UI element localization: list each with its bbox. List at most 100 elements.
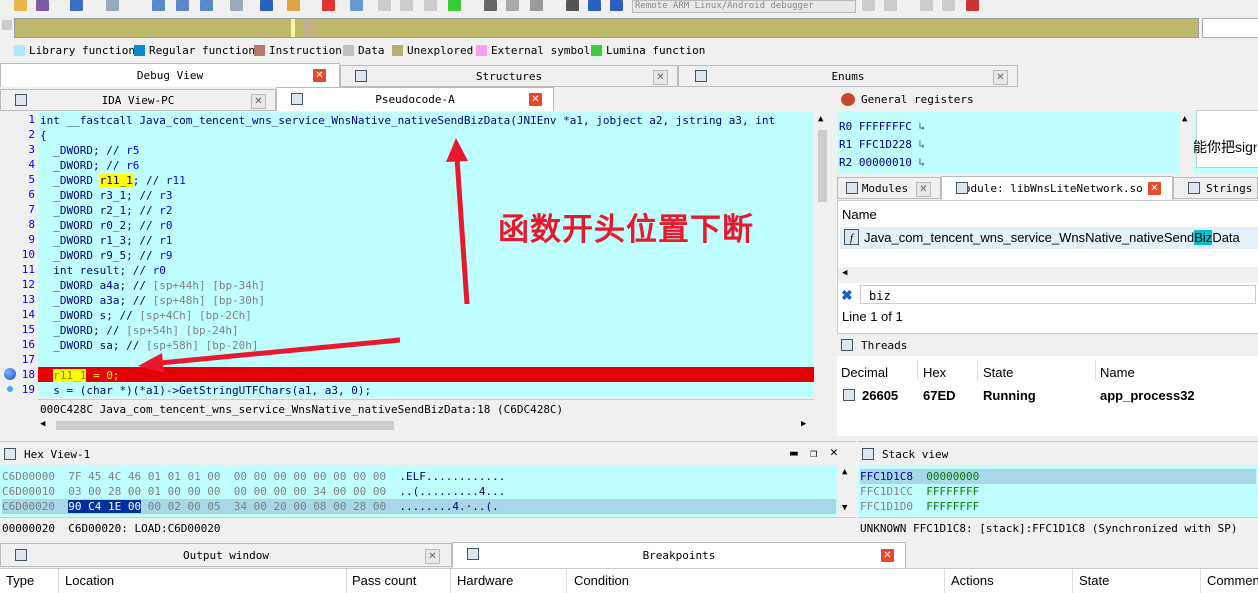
step-over-icon[interactable] [884, 0, 897, 11]
code-line[interactable]: r11_1 = 0; [40, 368, 120, 383]
table-row[interactable]: 26605 67ED Running app_process32 [837, 386, 1258, 406]
close-icon[interactable] [530, 0, 543, 11]
hex-view[interactable]: C6D00000 7F 45 4C 46 01 01 01 00 00 00 0… [0, 465, 838, 517]
tab-breakpoints[interactable]: Breakpoints ✕ [452, 542, 906, 568]
registers-scrollbar[interactable]: ▲ [1180, 112, 1194, 174]
stack-view[interactable]: FFC1D1C8 00000000 FFC1D1CC FFFFFFFF FFC1D1… [858, 465, 1258, 517]
nav-left-icon[interactable] [2, 20, 12, 30]
code-line[interactable]: { [40, 128, 47, 143]
line-number-gutter[interactable]: 1 2 3 4 5 6 7 8 9 10 11 12 13 14 15 16 17 18 19 [0, 112, 38, 398]
close-icon[interactable]: ✕ [1148, 182, 1161, 195]
hex-row[interactable]: C6D00010 03 00 28 00 01 00 00 00 00 00 0… [2, 484, 505, 499]
breakpoint-icon[interactable] [4, 368, 16, 380]
tab-modules[interactable]: Modules ✕ [837, 177, 941, 199]
jump-arrow-icon[interactable]: ↳ [918, 138, 925, 151]
close-icon[interactable]: ✕ [916, 182, 931, 197]
register-row[interactable]: R1 FFC1D228 ↳ [839, 138, 925, 151]
open-icon[interactable] [14, 0, 27, 11]
scroll-thumb[interactable] [818, 130, 827, 202]
down-arrow-icon[interactable] [260, 0, 273, 11]
struct-icon[interactable] [448, 0, 461, 11]
graph-icon[interactable] [152, 0, 165, 11]
code-icon[interactable] [378, 0, 391, 11]
close-icon[interactable]: ✕ [425, 549, 440, 564]
horizontal-scrollbar[interactable]: ◀ ▶ [38, 418, 814, 433]
code-line[interactable]: s = (char *)(*a1)->GetStringUTFChars(a1,… [40, 383, 371, 398]
code-line[interactable]: _DWORD s; // [sp+4Ch] [bp-2Ch] [40, 308, 252, 323]
scroll-thumb[interactable] [56, 421, 394, 430]
tab-output-window[interactable]: Output window ✕ [0, 543, 452, 567]
close-icon[interactable]: ✕ [881, 549, 894, 562]
stop-icon[interactable] [610, 0, 623, 11]
code-line[interactable]: _DWORD; // r5 [40, 143, 139, 158]
string-icon[interactable] [424, 0, 437, 11]
hex-scrollbar[interactable]: ▲ ▼ [838, 465, 856, 517]
hex-view-icon[interactable] [200, 0, 213, 11]
back-icon[interactable] [70, 0, 83, 11]
scroll-right-icon[interactable]: ▶ [801, 419, 806, 429]
module-functions-view[interactable]: Name f Java_com_tencent_wns_service_WnsN… [837, 200, 1258, 334]
register-row[interactable]: R0 FFFFFFFC ↳ [839, 120, 925, 133]
warning-icon[interactable] [322, 0, 335, 11]
tab-enums[interactable]: Enums ✕ [678, 65, 1018, 87]
tab-debug-view[interactable]: Debug View ✕ [0, 63, 340, 87]
jump-icon[interactable] [230, 0, 243, 11]
hex-row[interactable]: C6D00000 7F 45 4C 46 01 01 01 00 00 00 0… [2, 469, 505, 484]
list-item[interactable]: f Java_com_tencent_wns_service_WnsNative… [840, 227, 1258, 249]
close-icon[interactable]: ✕ [251, 94, 266, 109]
pseudocode-view[interactable]: int __fastcall Java_com_tencent_wns_serv… [38, 112, 814, 398]
search-input[interactable]: biz [860, 285, 1256, 304]
code-line[interactable]: _DWORD; // r6 [40, 158, 139, 173]
code-line[interactable]: _DWORD a3a; // [sp+48h] [bp-30h] [40, 293, 265, 308]
scroll-down-icon[interactable]: ▼ [842, 503, 847, 513]
tab-pseudocode[interactable]: Pseudocode-A ✕ [276, 87, 554, 111]
jump-arrow-icon[interactable]: ↳ [918, 156, 925, 169]
play-icon[interactable] [566, 0, 579, 11]
code-line[interactable]: _DWORD r1_3; // r1 [40, 233, 172, 248]
jump-arrow-icon[interactable]: ↳ [918, 120, 925, 133]
gear-icon[interactable] [484, 0, 497, 11]
scroll-up-icon[interactable]: ▲ [818, 114, 823, 124]
data-icon[interactable] [400, 0, 413, 11]
pause-icon[interactable] [588, 0, 601, 11]
minimize-icon[interactable]: ▬ [790, 446, 798, 461]
close-icon[interactable]: ✕ [653, 70, 668, 85]
layout-icon[interactable] [942, 0, 955, 11]
list2-icon[interactable] [920, 0, 933, 11]
close-icon[interactable]: ✕ [993, 70, 1008, 85]
navigation-strip[interactable] [14, 18, 1199, 38]
code-line[interactable]: _DWORD sa; // [sp+58h] [bp-20h] [40, 338, 258, 353]
text-view-icon[interactable] [176, 0, 189, 11]
threads-view[interactable]: Decimal Hex State Name 26605 67ED Runnin… [837, 356, 1258, 436]
list-icon[interactable] [350, 0, 363, 11]
close-search-icon[interactable]: ✖ [841, 287, 853, 304]
code-line[interactable]: _DWORD r2_1; // r2 [40, 203, 172, 218]
patch-icon[interactable] [506, 0, 519, 11]
step-into-icon[interactable] [862, 0, 875, 11]
forward-icon[interactable] [106, 0, 119, 11]
scroll-left-icon[interactable]: ◀ [842, 268, 847, 278]
close-icon[interactable]: ✕ [313, 69, 326, 82]
scroll-up-icon[interactable]: ▲ [1182, 114, 1187, 124]
hex-row[interactable]: C6D00020 90 C4 1E 00 00 02 00 05 34 00 2… [2, 499, 836, 514]
tab-structures[interactable]: Structures ✕ [340, 65, 678, 87]
stack-row[interactable]: FFC1D1C8 00000000 [860, 469, 1256, 484]
code-line[interactable]: _DWORD r0_2; // r0 [40, 218, 172, 233]
code-line[interactable]: _DWORD r11_1; // r11 [40, 173, 186, 188]
vertical-scrollbar[interactable]: ▲ [814, 112, 831, 418]
scroll-left-icon[interactable]: ◀ [40, 419, 45, 429]
scroll-up-icon[interactable]: ▲ [842, 467, 847, 477]
code-line[interactable]: _DWORD r3_1; // r3 [40, 188, 172, 203]
save-icon[interactable] [36, 0, 49, 11]
tab-strings[interactable]: Strings w [1173, 177, 1258, 199]
bug-icon[interactable] [966, 0, 979, 11]
search-bar[interactable]: ✖ biz [838, 285, 1258, 305]
code-line[interactable]: _DWORD a4a; // [sp+44h] [bp-34h] [40, 278, 265, 293]
code-line[interactable]: _DWORD; // [sp+54h] [bp-24h] [40, 323, 238, 338]
search-icon[interactable] [287, 0, 300, 11]
code-line[interactable]: int __fastcall Java_com_tencent_wns_serv… [40, 113, 775, 128]
debugger-select[interactable]: Remote ARM Linux/Android debugger [632, 0, 856, 13]
horizontal-scrollbar[interactable]: ◀ [838, 267, 1258, 283]
restore-icon[interactable]: ❐ [810, 446, 817, 460]
tab-ida-view[interactable]: IDA View-PC ✕ [0, 89, 276, 111]
